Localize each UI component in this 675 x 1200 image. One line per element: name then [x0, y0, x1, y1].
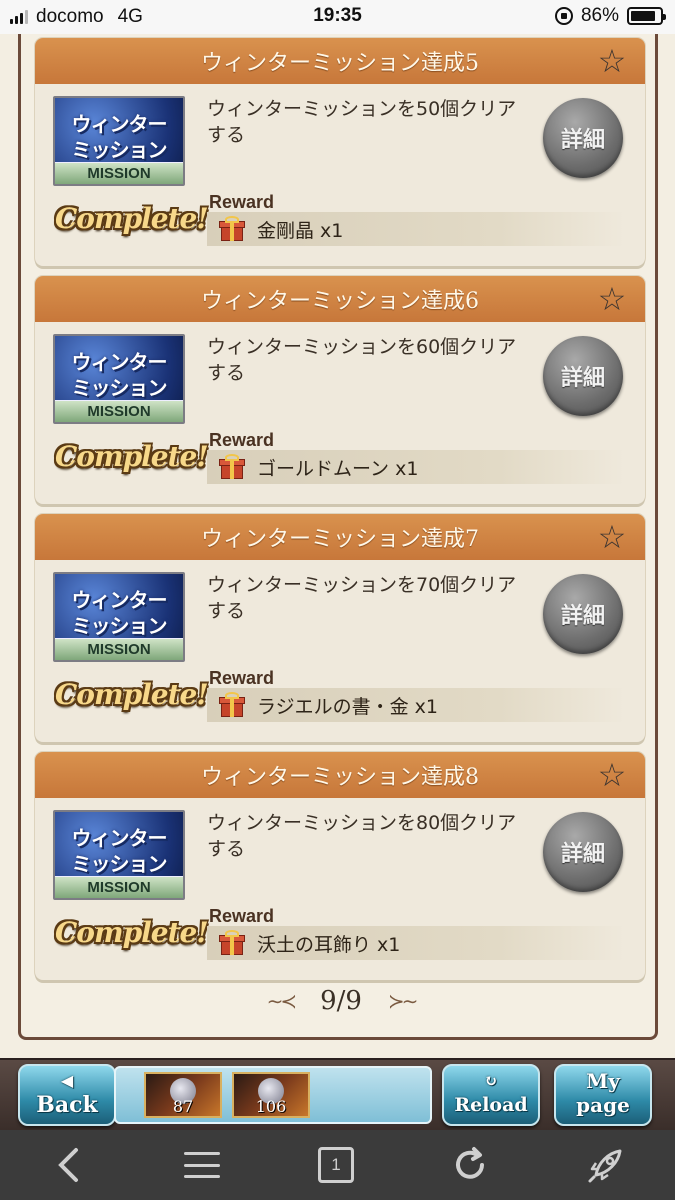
badge-text-line2: ミッション: [71, 376, 168, 400]
mission-description: ウィンターミッションを70個クリアする: [207, 574, 517, 622]
rotation-lock-icon: [554, 7, 573, 25]
refresh-button[interactable]: [440, 1130, 500, 1200]
pagination: ∼≺ 9/9 ≻∼: [21, 986, 661, 1016]
reward-label: Reward: [209, 906, 275, 926]
badge-band-text: MISSION: [55, 162, 183, 184]
gift-box-icon: [219, 216, 245, 242]
complete-stamp: Complete!: [55, 440, 209, 473]
party-panel[interactable]: 87 106: [114, 1066, 432, 1124]
detail-button[interactable]: 詳細: [543, 574, 623, 654]
character-level: 106: [255, 1097, 287, 1116]
favorite-star-icon[interactable]: ☆: [595, 44, 629, 78]
rocket-icon: [588, 1149, 622, 1183]
badge-text-line2: ミッション: [71, 852, 168, 876]
mission-card-header: ウィンターミッション達成8 ☆: [35, 752, 645, 798]
detail-button[interactable]: 詳細: [543, 336, 623, 416]
reload-icon: ↻: [484, 1071, 498, 1090]
status-right: 86%: [554, 5, 666, 27]
badge-band-text: MISSION: [55, 400, 183, 422]
launch-button[interactable]: [576, 1130, 636, 1200]
mission-description: ウィンターミッションを50個クリアする: [207, 98, 517, 146]
badge-text-line1: ウィンター: [71, 826, 168, 850]
mission-title: ウィンターミッション達成7: [201, 527, 479, 552]
tab-count: 1: [318, 1147, 354, 1183]
mission-title: ウィンターミッション達成5: [201, 51, 479, 76]
reward-row: ゴールドムーン x1: [207, 450, 625, 484]
character-level: 87: [172, 1097, 194, 1116]
reward-label: Reward: [209, 430, 275, 450]
mission-card: ウィンターミッション達成6 ☆ ウィンター ミッション MISSION Comp…: [35, 276, 645, 504]
mission-card-header: ウィンターミッション達成5 ☆: [35, 38, 645, 84]
hamburger-menu-icon: [184, 1152, 220, 1178]
battery-icon: [627, 7, 666, 25]
reward-item: ゴールドムーン x1: [257, 457, 419, 480]
my-page-label-line2: page: [576, 1093, 630, 1117]
character-portrait[interactable]: 87: [144, 1072, 222, 1118]
favorite-star-icon[interactable]: ☆: [595, 758, 629, 792]
reload-label: Reload: [454, 1094, 528, 1116]
favorite-star-icon[interactable]: ☆: [595, 282, 629, 316]
refresh-icon: [456, 1147, 484, 1179]
winter-mission-badge-image: ウィンター ミッション MISSION: [53, 810, 185, 900]
complete-stamp: Complete!: [55, 202, 209, 235]
badge-text-line1: ウィンター: [71, 588, 168, 612]
tabs-button[interactable]: 1: [306, 1130, 366, 1200]
mission-card-header: ウィンターミッション達成6 ☆: [35, 276, 645, 322]
browser-back-button[interactable]: [38, 1130, 98, 1200]
badge-text-line2: ミッション: [71, 614, 168, 638]
badge-text-line1: ウィンター: [71, 350, 168, 374]
badge-text-line2: ミッション: [71, 138, 168, 162]
reward-item: ラジエルの書・金 x1: [257, 695, 438, 718]
character-portrait[interactable]: 106: [232, 1072, 310, 1118]
badge-band-text: MISSION: [55, 638, 183, 660]
reload-button[interactable]: ↻ Reload: [442, 1064, 540, 1126]
winter-mission-badge-image: ウィンター ミッション MISSION: [53, 572, 185, 662]
detail-button[interactable]: 詳細: [543, 812, 623, 892]
mission-card-header: ウィンターミッション達成7 ☆: [35, 514, 645, 560]
battery-percent: 86%: [580, 5, 619, 26]
status-bar: docomo 4G 19:35 86%: [0, 0, 675, 34]
mission-description: ウィンターミッションを60個クリアする: [207, 336, 517, 384]
complete-stamp: Complete!: [55, 678, 209, 711]
menu-button[interactable]: [172, 1130, 232, 1200]
reward-item: 沃土の耳飾り x1: [257, 933, 401, 956]
browser-toolbar: 1: [0, 1130, 675, 1200]
reward-row: 金剛晶 x1: [207, 212, 625, 246]
prev-page-ornament-icon[interactable]: ∼≺: [267, 989, 297, 1013]
back-button[interactable]: ◀ Back: [18, 1064, 116, 1126]
winter-mission-badge-image: ウィンター ミッション MISSION: [53, 334, 185, 424]
back-label: Back: [36, 1092, 98, 1118]
gift-box-icon: [219, 454, 245, 480]
detail-button[interactable]: 詳細: [543, 98, 623, 178]
back-arrow-icon: ◀: [60, 1071, 74, 1090]
mission-card: ウィンターミッション達成5 ☆ ウィンター ミッション MISSION Comp…: [35, 38, 645, 266]
my-page-label-line1: My: [586, 1069, 620, 1093]
mission-title: ウィンターミッション達成6: [201, 289, 479, 314]
mission-card: ウィンターミッション達成7 ☆ ウィンター ミッション MISSION Comp…: [35, 514, 645, 742]
game-bottom-nav: ◀ Back 87 106 ↻ Reload My page: [0, 1058, 675, 1130]
next-page-ornament-icon[interactable]: ≻∼: [388, 989, 418, 1013]
reward-row: 沃土の耳飾り x1: [207, 926, 625, 960]
reward-label: Reward: [209, 192, 275, 212]
reward-label: Reward: [209, 668, 275, 688]
my-page-button[interactable]: My page: [554, 1064, 652, 1126]
gift-box-icon: [219, 692, 245, 718]
complete-stamp: Complete!: [55, 916, 209, 949]
reward-item: 金剛晶 x1: [257, 219, 344, 242]
chevron-left-icon: [58, 1148, 78, 1182]
winter-mission-badge-image: ウィンター ミッション MISSION: [53, 96, 185, 186]
favorite-star-icon[interactable]: ☆: [595, 520, 629, 554]
badge-band-text: MISSION: [55, 876, 183, 898]
gift-box-icon: [219, 930, 245, 956]
page-indicator: 9/9: [320, 986, 362, 1016]
mission-description: ウィンターミッションを80個クリアする: [207, 812, 517, 860]
mission-card: ウィンターミッション達成8 ☆ ウィンター ミッション MISSION Comp…: [35, 752, 645, 980]
reward-row: ラジエルの書・金 x1: [207, 688, 625, 722]
badge-text-line1: ウィンター: [71, 112, 168, 136]
mission-list-frame: ウィンターミッション達成5 ☆ ウィンター ミッション MISSION Comp…: [18, 34, 658, 1040]
mission-title: ウィンターミッション達成8: [201, 765, 479, 790]
